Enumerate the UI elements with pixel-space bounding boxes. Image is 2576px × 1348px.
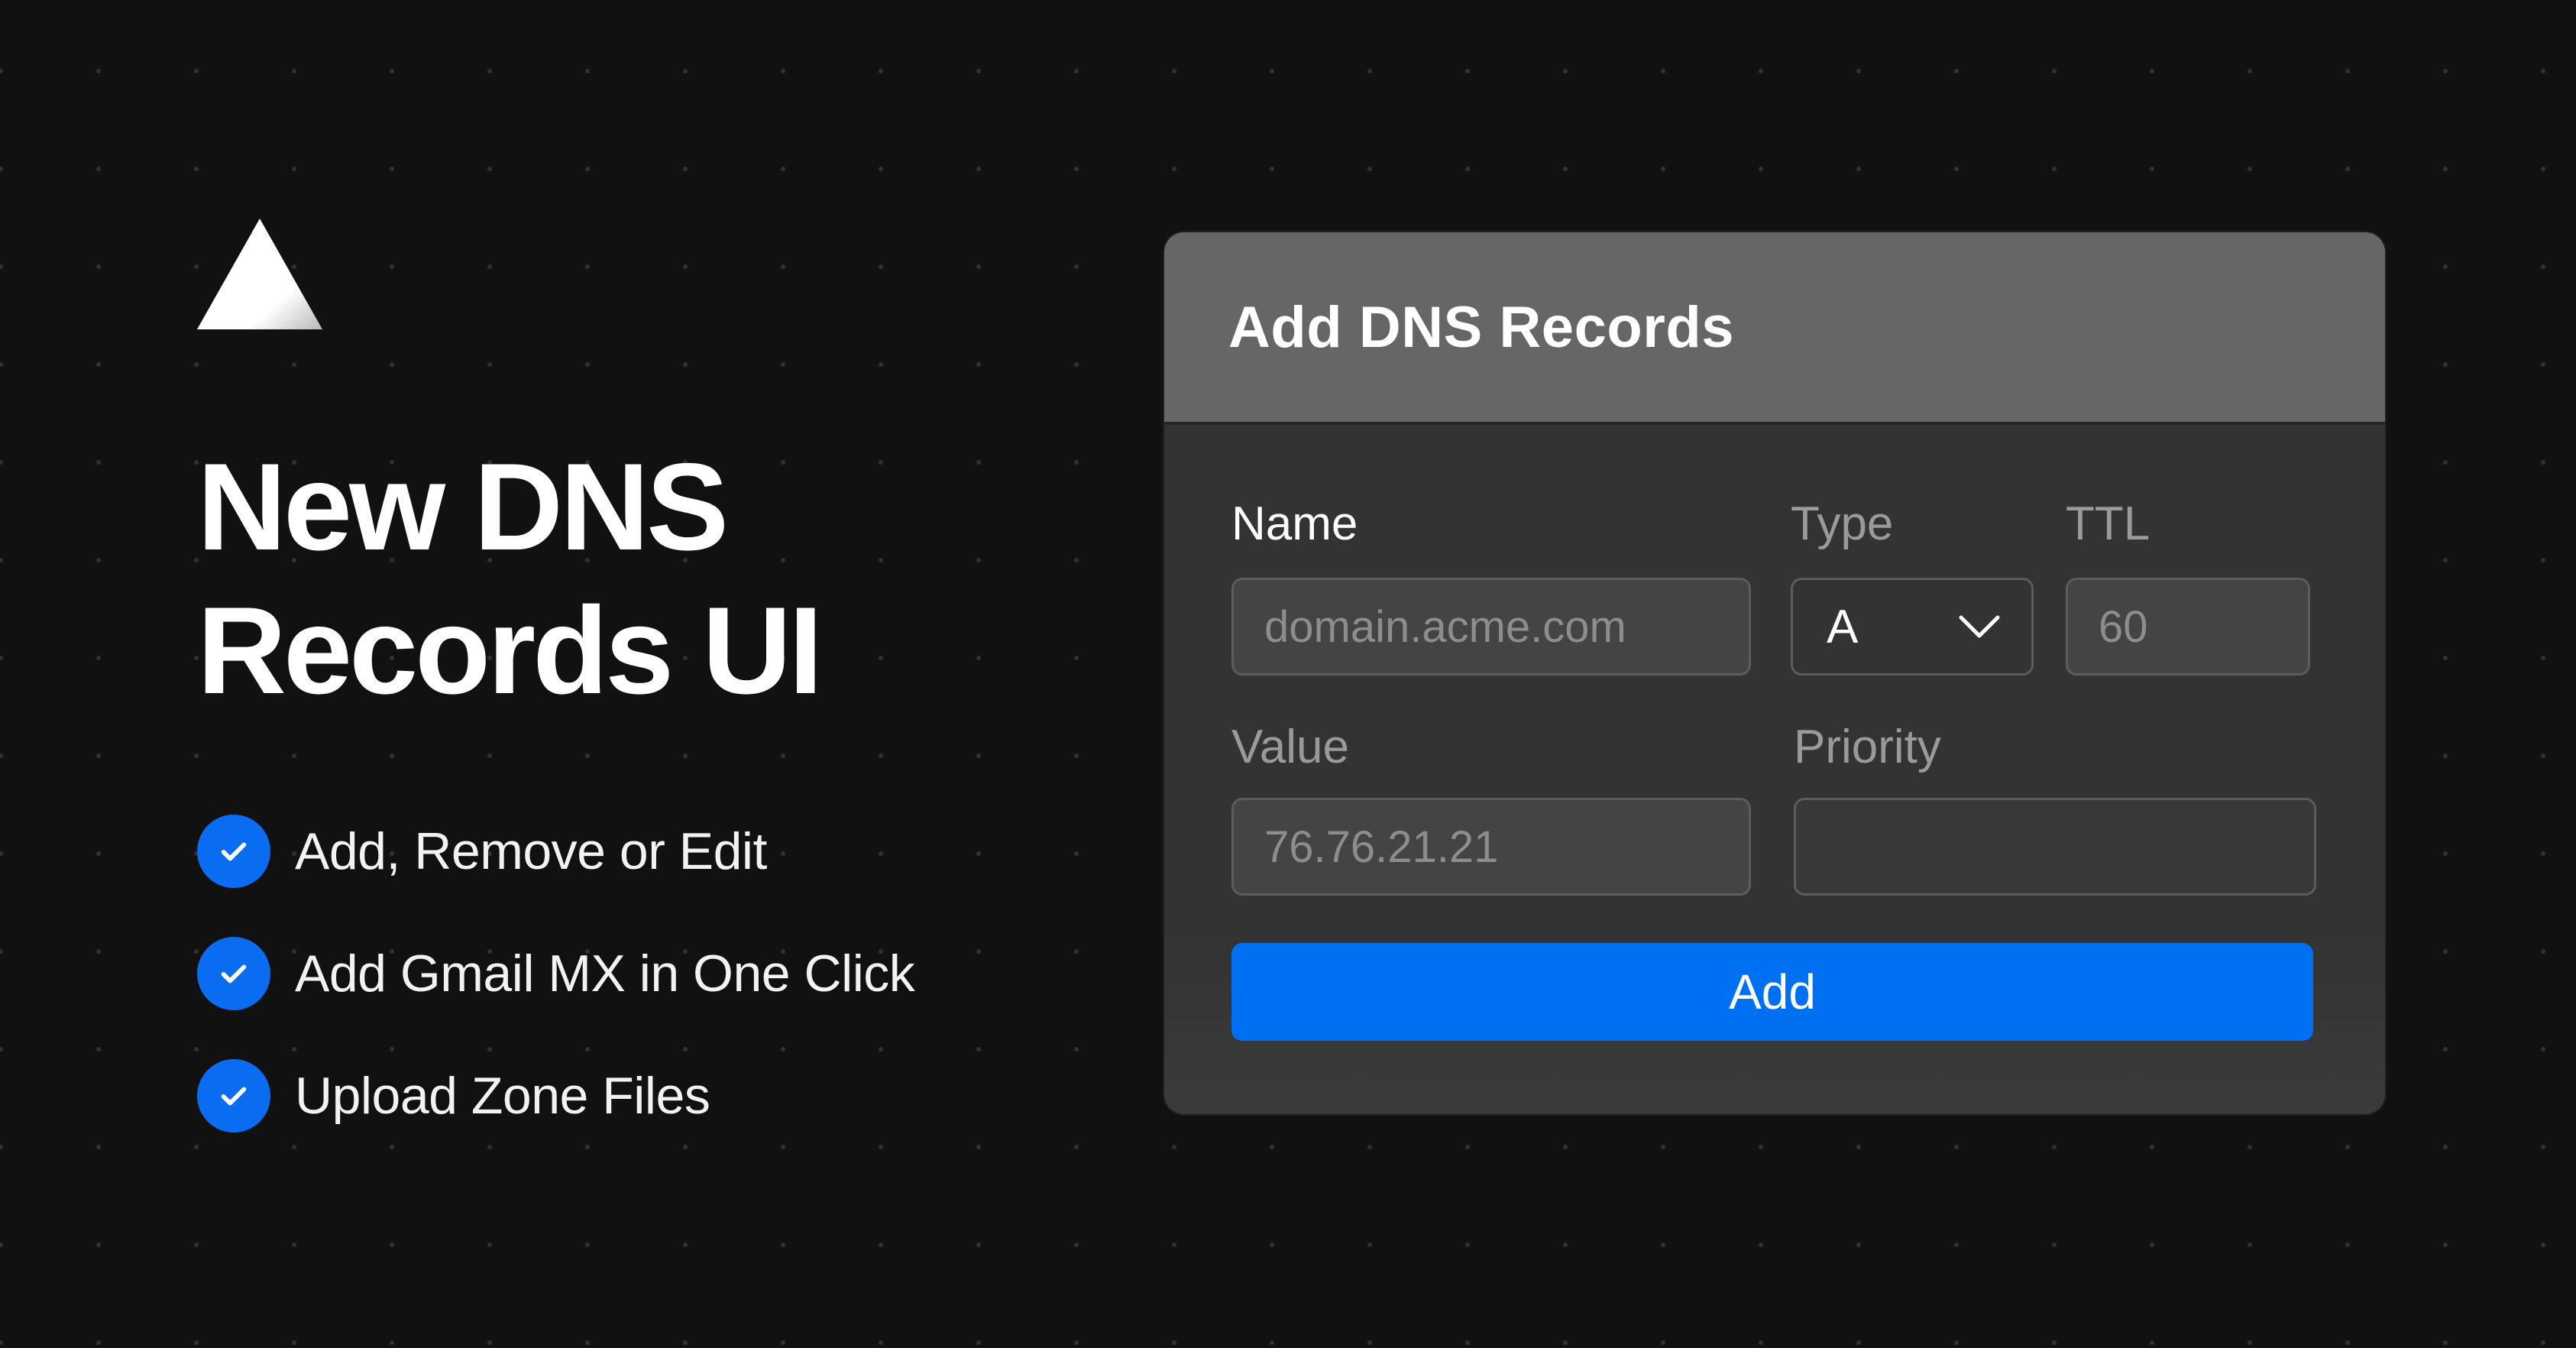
name-input[interactable] (1231, 578, 1751, 676)
priority-input[interactable] (1794, 798, 2316, 896)
value-input[interactable] (1231, 798, 1751, 896)
add-dns-records-card: Add DNS Records Name Type TTL A Value Pr… (1164, 232, 2385, 1114)
feature-label: Add Gmail MX in One Click (295, 945, 915, 1003)
feature-list: Add, Remove or Edit Add Gmail MX in One … (197, 815, 915, 1181)
triangle-logo-icon (197, 219, 322, 329)
check-circle-icon (197, 815, 270, 888)
feature-item: Add Gmail MX in One Click (197, 937, 915, 1010)
card-title: Add DNS Records (1228, 294, 1735, 360)
feature-label: Add, Remove or Edit (295, 822, 767, 880)
hero-title-line-1: New DNS (197, 438, 729, 576)
chevron-down-icon (1958, 614, 2001, 639)
hero-title-line-2: Records UI (197, 582, 823, 720)
name-label: Name (1231, 497, 1358, 550)
card-header: Add DNS Records (1164, 232, 2385, 425)
check-circle-icon (197, 937, 270, 1010)
type-select-value: A (1827, 600, 1859, 653)
priority-label: Priority (1794, 721, 1941, 773)
feature-item: Upload Zone Files (197, 1059, 914, 1133)
type-select[interactable]: A (1791, 578, 2034, 676)
type-label: Type (1791, 497, 1894, 550)
page-canvas: New DNS Records UI Add, Remove or Edit A… (0, 0, 2576, 1348)
value-label: Value (1231, 721, 1349, 773)
ttl-input[interactable] (2066, 578, 2310, 676)
feature-item: Add, Remove or Edit (197, 815, 914, 888)
add-button[interactable]: Add (1231, 943, 2313, 1041)
hero-title: New DNS Records UI (197, 436, 1037, 723)
feature-label: Upload Zone Files (295, 1067, 710, 1125)
check-circle-icon (197, 1059, 270, 1133)
ttl-label: TTL (2066, 497, 2150, 550)
